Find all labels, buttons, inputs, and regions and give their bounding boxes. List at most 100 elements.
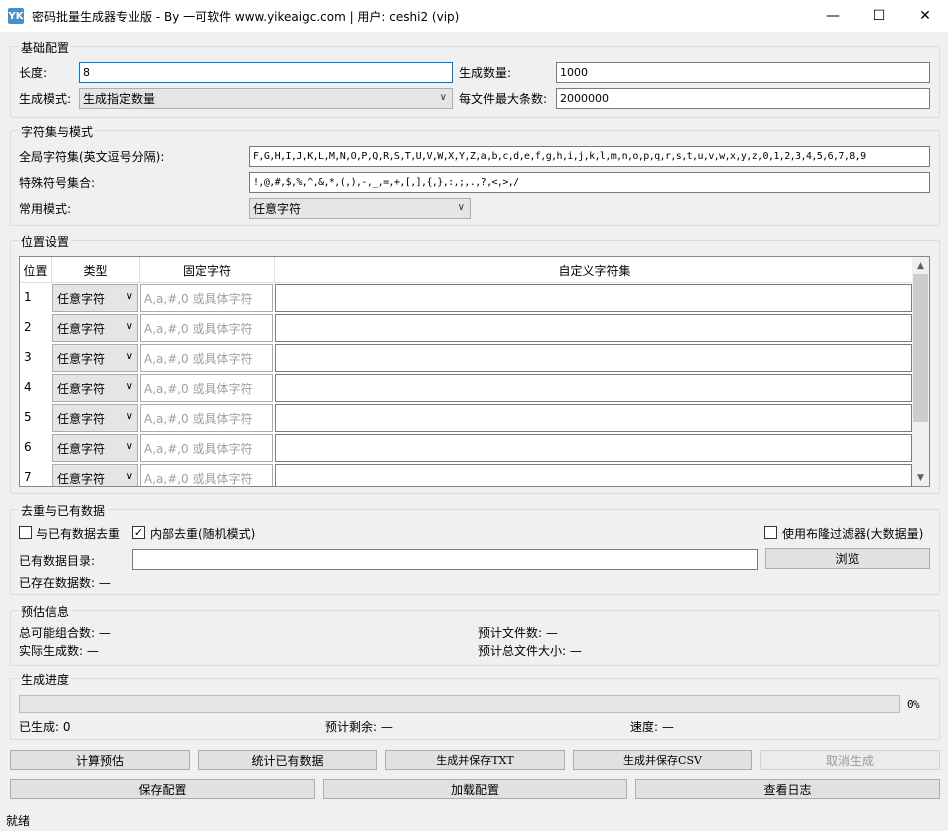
scroll-up-icon[interactable]: ▲ xyxy=(912,257,929,274)
row-fixed-input[interactable]: A,a,#,0 或具体字符 xyxy=(140,314,273,342)
chevron-down-icon: ∨ xyxy=(439,92,447,103)
charset-title: 字符集与模式 xyxy=(19,123,96,140)
column-header-type[interactable]: 类型 xyxy=(52,257,140,283)
row-custom-input[interactable] xyxy=(275,374,912,402)
minimize-button[interactable]: — xyxy=(810,0,856,32)
grid-scrollbar[interactable]: ▲ ▼ xyxy=(912,257,929,486)
save-csv-button[interactable]: 生成并保存CSV xyxy=(573,750,752,770)
view-log-button[interactable]: 查看日志 xyxy=(635,779,940,799)
max-per-file-input[interactable]: 2000000 xyxy=(556,88,930,109)
chevron-down-icon: ∨ xyxy=(125,471,133,482)
length-input[interactable]: 8 xyxy=(79,62,453,83)
bloom-filter-label[interactable]: 使用布隆过滤器(大数据量) xyxy=(782,525,923,542)
existing-dir-label: 已有数据目录: xyxy=(19,554,96,568)
row-custom-input[interactable] xyxy=(275,464,912,486)
dedup-title: 去重与已有数据 xyxy=(19,502,108,519)
mode-select-value: 生成指定数量 xyxy=(83,92,156,106)
row-position: 6 xyxy=(24,440,32,454)
speed-label: 速度: — xyxy=(630,720,674,734)
existing-dedup-checkbox[interactable] xyxy=(19,526,32,539)
table-row: 1 任意字符 ∨ A,a,#,0 或具体字符 xyxy=(20,282,914,312)
row-fixed-input[interactable]: A,a,#,0 或具体字符 xyxy=(140,434,273,462)
check-icon: ✓ xyxy=(133,526,144,539)
row-fixed-input[interactable]: A,a,#,0 或具体字符 xyxy=(140,344,273,372)
position-title: 位置设置 xyxy=(19,233,72,250)
maximize-button[interactable]: ☐ xyxy=(856,0,902,32)
row-type-value: 任意字符 xyxy=(57,291,106,306)
row-custom-input[interactable] xyxy=(275,344,912,372)
title-bar: YK 密码批量生成器专业版 - By 一可软件 www.yikeaigc.com… xyxy=(0,0,948,32)
mode-select[interactable]: 生成指定数量 ∨ xyxy=(79,88,453,109)
table-row: 2 任意字符 ∨ A,a,#,0 或具体字符 xyxy=(20,312,914,342)
table-row: 3 任意字符 ∨ A,a,#,0 或具体字符 xyxy=(20,342,914,372)
row-fixed-input[interactable]: A,a,#,0 或具体字符 xyxy=(140,464,273,486)
table-row: 4 任意字符 ∨ A,a,#,0 或具体字符 xyxy=(20,372,914,402)
progress-bar xyxy=(19,695,900,713)
chevron-down-icon: ∨ xyxy=(125,381,133,392)
scroll-thumb[interactable] xyxy=(913,274,928,422)
special-charset-input[interactable]: !,@,#,$,%,^,&,*,(,),-,_,=,+,[,],{,},:,;,… xyxy=(249,172,930,193)
row-fixed-input[interactable]: A,a,#,0 或具体字符 xyxy=(140,284,273,312)
row-fixed-input[interactable]: A,a,#,0 或具体字符 xyxy=(140,404,273,432)
row-custom-input[interactable] xyxy=(275,284,912,312)
row-type-value: 任意字符 xyxy=(57,441,106,456)
row-type-value: 任意字符 xyxy=(57,381,106,396)
chevron-down-icon: ∨ xyxy=(125,291,133,302)
chevron-down-icon: ∨ xyxy=(125,321,133,332)
length-label: 长度: xyxy=(19,66,48,80)
calc-estimate-button[interactable]: 计算预估 xyxy=(10,750,190,770)
load-config-button[interactable]: 加载配置 xyxy=(323,779,627,799)
row-type-select[interactable]: 任意字符 ∨ xyxy=(52,464,138,486)
basic-config-title: 基础配置 xyxy=(19,39,72,56)
existing-dir-input[interactable] xyxy=(132,549,758,570)
row-position: 4 xyxy=(24,380,32,394)
max-per-file-label: 每文件最大条数: xyxy=(459,92,548,106)
column-header-position[interactable]: 位置 xyxy=(20,257,52,283)
existing-dedup-label[interactable]: 与已有数据去重 xyxy=(36,525,120,542)
row-type-select[interactable]: 任意字符 ∨ xyxy=(52,374,138,402)
row-type-select[interactable]: 任意字符 ∨ xyxy=(52,284,138,312)
existing-count-label: 已存在数据数: — xyxy=(19,576,111,590)
cancel-generate-button[interactable]: 取消生成 xyxy=(760,750,940,770)
position-grid: 位置 类型 固定字符 自定义字符集 1 任意字符 ∨ A,a,#,0 或具体字符 … xyxy=(19,256,930,487)
row-type-value: 任意字符 xyxy=(57,321,106,336)
column-header-custom[interactable]: 自定义字符集 xyxy=(275,257,914,283)
row-custom-input[interactable] xyxy=(275,314,912,342)
total-size-label: 预计总文件大小: — xyxy=(478,644,582,658)
row-type-value: 任意字符 xyxy=(57,471,106,486)
row-type-value: 任意字符 xyxy=(57,351,106,366)
internal-dedup-checkbox[interactable]: ✓ xyxy=(132,526,145,539)
row-type-select[interactable]: 任意字符 ∨ xyxy=(52,344,138,372)
row-position: 3 xyxy=(24,350,32,364)
progress-percent: 0% xyxy=(907,698,920,711)
count-label: 生成数量: xyxy=(459,66,512,80)
row-custom-input[interactable] xyxy=(275,434,912,462)
chevron-down-icon: ∨ xyxy=(457,202,465,213)
save-txt-button[interactable]: 生成并保存TXT xyxy=(385,750,565,770)
row-custom-input[interactable] xyxy=(275,404,912,432)
row-type-select[interactable]: 任意字符 ∨ xyxy=(52,434,138,462)
global-charset-input[interactable]: F,G,H,I,J,K,L,M,N,O,P,Q,R,S,T,U,V,W,X,Y,… xyxy=(249,146,930,167)
browse-button[interactable]: 浏览 xyxy=(765,548,930,569)
stats-existing-button[interactable]: 统计已有数据 xyxy=(198,750,377,770)
common-mode-value: 任意字符 xyxy=(253,202,302,216)
count-input[interactable]: 1000 xyxy=(556,62,930,83)
row-type-select[interactable]: 任意字符 ∨ xyxy=(52,314,138,342)
bloom-filter-checkbox[interactable] xyxy=(764,526,777,539)
row-fixed-input[interactable]: A,a,#,0 或具体字符 xyxy=(140,374,273,402)
grid-header: 位置 类型 固定字符 自定义字符集 xyxy=(20,257,914,283)
internal-dedup-label[interactable]: 内部去重(随机模式) xyxy=(150,525,255,542)
status-text: 就绪 xyxy=(6,814,31,828)
chevron-down-icon: ∨ xyxy=(125,441,133,452)
common-mode-select[interactable]: 任意字符 ∨ xyxy=(249,198,471,219)
row-position: 7 xyxy=(24,470,32,484)
progress-title: 生成进度 xyxy=(19,671,72,688)
row-type-select[interactable]: 任意字符 ∨ xyxy=(52,404,138,432)
row-type-value: 任意字符 xyxy=(57,411,106,426)
save-config-button[interactable]: 保存配置 xyxy=(10,779,315,799)
scroll-down-icon[interactable]: ▼ xyxy=(912,469,929,486)
files-count-label: 预计文件数: — xyxy=(478,626,558,640)
column-header-fixed[interactable]: 固定字符 xyxy=(140,257,275,283)
close-button[interactable]: ✕ xyxy=(902,0,948,32)
window-title: 密码批量生成器专业版 - By 一可软件 www.yikeaigc.com | … xyxy=(32,9,460,24)
